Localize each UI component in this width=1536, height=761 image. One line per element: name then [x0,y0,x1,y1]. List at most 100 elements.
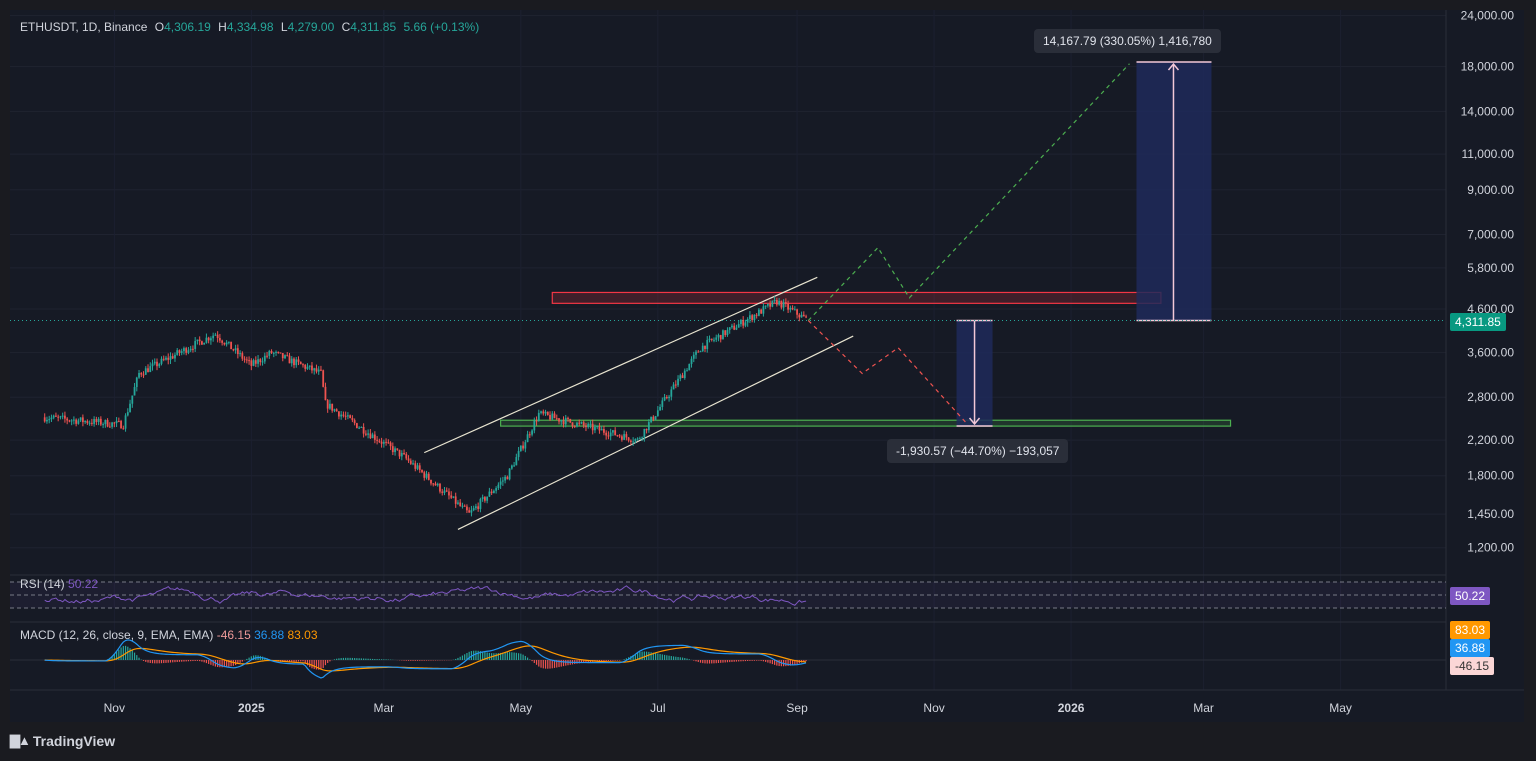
symbol-label[interactable]: ETHUSDT, 1D, Binance [20,20,147,34]
candle-body [299,361,302,365]
tradingview-icon: ▇▲ [10,733,31,748]
candle-body [484,497,486,501]
candle-body [347,415,349,417]
candle-body [663,397,666,401]
candle-body [740,319,742,325]
candle-body [79,417,82,421]
candle-body [169,356,172,360]
candle-body [396,448,399,450]
candle-body [203,342,206,345]
candle-body [304,364,307,369]
candle-body [198,339,201,342]
candle-body [463,505,466,507]
candle-body [638,438,641,440]
candle-body [367,433,370,435]
candle-body [88,422,91,424]
candle-body [585,425,587,428]
candle-body [533,420,536,431]
candle-body [728,327,731,331]
candle-body [609,432,612,437]
candle-body [90,422,93,424]
price-tick-label: 11,000.00 [1462,147,1515,161]
candle-body [625,434,628,438]
candle-body [61,415,64,417]
candle-body [805,316,807,318]
candle-body [665,397,668,399]
candle-body [562,420,565,425]
candle-body [382,441,385,444]
candle-body [549,414,551,420]
candle-body [708,338,711,340]
macd-signal-value: 83.03 [287,628,318,642]
candle-body [504,476,507,481]
candle-body [423,472,426,478]
candle-body [117,420,120,422]
candle-body [102,424,104,426]
candle-body [670,389,673,397]
candle-body [439,483,441,492]
candle-body [492,490,495,494]
candle-body [526,434,529,443]
candle-body [124,415,127,429]
candle-body [133,387,136,396]
candle-body [131,395,134,404]
candle-body [322,370,325,387]
candle-body [174,354,176,359]
change-value: 5.66 (+0.13%) [403,20,480,34]
time-tick-label: 2025 [238,701,265,715]
candle-body [594,427,596,431]
candle-body [387,442,390,444]
candle-body [457,502,459,504]
candle-body [281,353,284,359]
candle-body [677,378,679,386]
candle-body [596,426,599,428]
candle-body [418,465,421,470]
candle-body [241,353,244,359]
candle-body [144,368,147,375]
candle-body [329,403,331,409]
last-price-tag: 4,311.85 [1450,313,1506,331]
candle-body [261,361,264,363]
candle-body [656,410,659,417]
candle-body [771,300,774,307]
chart-frame[interactable]: 24,000.00 18,000.00 14,000.00 11,000.00 9,00… [10,10,1524,722]
candle-body [398,449,401,457]
candle-body [632,441,635,443]
candle-body [495,488,498,491]
candle-body [360,426,363,428]
price-tick-label: 3,600.00 [1467,346,1514,360]
rsi-legend[interactable]: RSI (14) 50.22 [20,577,98,591]
time-tick-label: 2026 [1058,701,1085,715]
candle-body [315,368,318,372]
candle-body [284,355,286,359]
candle-body [793,309,796,311]
candle-body [405,454,408,459]
candle-body [692,354,695,359]
tradingview-logo[interactable]: ▇▲ TradingView [10,733,115,749]
candle-body [690,358,693,364]
candle-body [452,496,455,498]
time-tick-label: Sep [786,701,808,715]
candle-body [333,409,336,411]
candle-body [68,420,71,422]
candle-body [99,418,102,425]
time-tick-label: Nov [104,701,125,715]
candle-body [486,496,489,501]
candle-body [647,422,650,431]
candle-body [414,463,417,469]
candle-body [582,422,585,426]
candle-body [412,463,414,465]
price-tick-label: 1,800.00 [1467,469,1514,483]
candle-body [409,460,412,464]
candle-body [320,369,322,371]
candle-body [75,419,78,424]
candle-body [674,384,677,386]
candle-body [239,353,241,355]
chart-canvas[interactable]: 24,000.00 18,000.00 14,000.00 11,000.00 9,00… [10,10,1524,722]
candle-body [55,415,57,417]
candle-body [245,359,248,361]
candle-body [290,358,293,364]
candle-body [591,423,594,431]
candle-body [140,372,143,375]
macd-legend[interactable]: MACD (12, 26, close, 9, EMA, EMA) -46.15… [20,628,318,642]
